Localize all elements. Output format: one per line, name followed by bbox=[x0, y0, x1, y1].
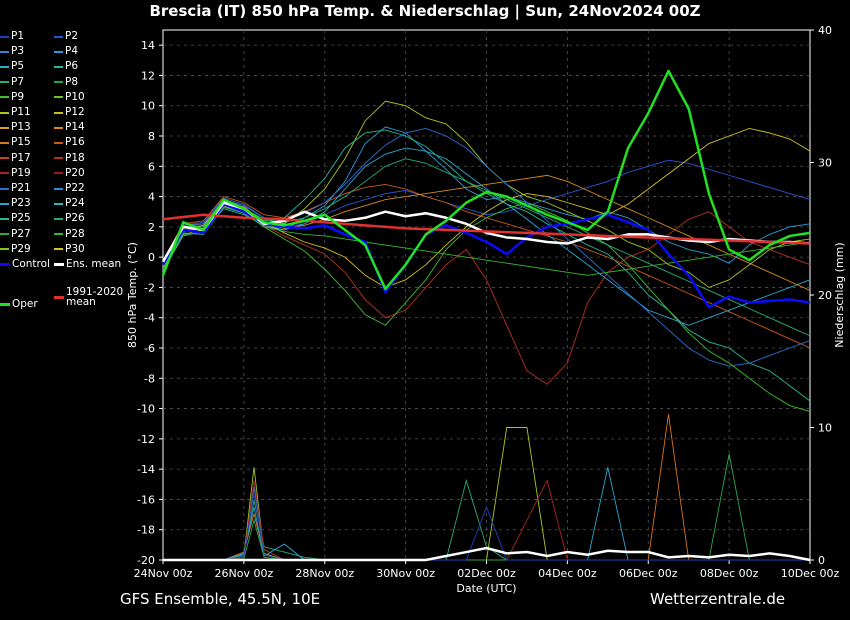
x-tick-label: 02Dec 00z bbox=[457, 567, 516, 580]
y2-tick-label: 30 bbox=[818, 157, 832, 170]
y-tick-label: -12 bbox=[137, 433, 155, 446]
y-tick-label: -4 bbox=[144, 312, 155, 325]
x-tick-label: 06Dec 00z bbox=[619, 567, 678, 580]
y2-axis-label: Niederschlag (mm) bbox=[833, 242, 846, 347]
footer-model: GFS Ensemble, 45.5N, 10E bbox=[120, 590, 321, 608]
y-tick-label: 10 bbox=[141, 100, 155, 113]
y-tick-label: 2 bbox=[148, 221, 155, 234]
x-tick-label: 10Dec 00z bbox=[781, 567, 840, 580]
x-tick-label: 24Nov 00z bbox=[134, 567, 193, 580]
y-tick-label: -14 bbox=[137, 463, 155, 476]
y-tick-label: -18 bbox=[137, 524, 155, 537]
footer-source: Wetterzentrale.de bbox=[650, 590, 786, 608]
y-tick-label: -20 bbox=[137, 554, 155, 567]
y-tick-label: -10 bbox=[137, 403, 155, 416]
y-tick-label: 0 bbox=[148, 251, 155, 264]
y-tick-label: 12 bbox=[141, 69, 155, 82]
x-tick-label: 26Nov 00z bbox=[215, 567, 274, 580]
y-tick-label: 8 bbox=[148, 130, 155, 143]
x-tick-label: 28Nov 00z bbox=[295, 567, 354, 580]
y2-tick-label: 40 bbox=[818, 24, 832, 37]
y-tick-label: -8 bbox=[144, 372, 155, 385]
y-tick-label: 6 bbox=[148, 160, 155, 173]
y-tick-label: -2 bbox=[144, 281, 155, 294]
y-tick-label: -6 bbox=[144, 342, 155, 355]
y2-tick-label: 10 bbox=[818, 422, 832, 435]
chart-svg: 14121086420-2-4-6-8-10-12-14-16-18-2024N… bbox=[126, 24, 846, 595]
y-tick-label: 4 bbox=[148, 191, 155, 204]
x-tick-label: 04Dec 00z bbox=[538, 567, 597, 580]
y2-tick-label: 20 bbox=[818, 289, 832, 302]
x-tick-label: 30Nov 00z bbox=[376, 567, 435, 580]
x-tick-label: 08Dec 00z bbox=[700, 567, 759, 580]
y-axis-label: 850 hPa Temp. (°C) bbox=[126, 242, 139, 348]
y2-tick-label: 0 bbox=[818, 554, 825, 567]
y-tick-label: 14 bbox=[141, 39, 155, 52]
x-axis-label: Date (UTC) bbox=[456, 582, 516, 595]
y-tick-label: -16 bbox=[137, 493, 155, 506]
